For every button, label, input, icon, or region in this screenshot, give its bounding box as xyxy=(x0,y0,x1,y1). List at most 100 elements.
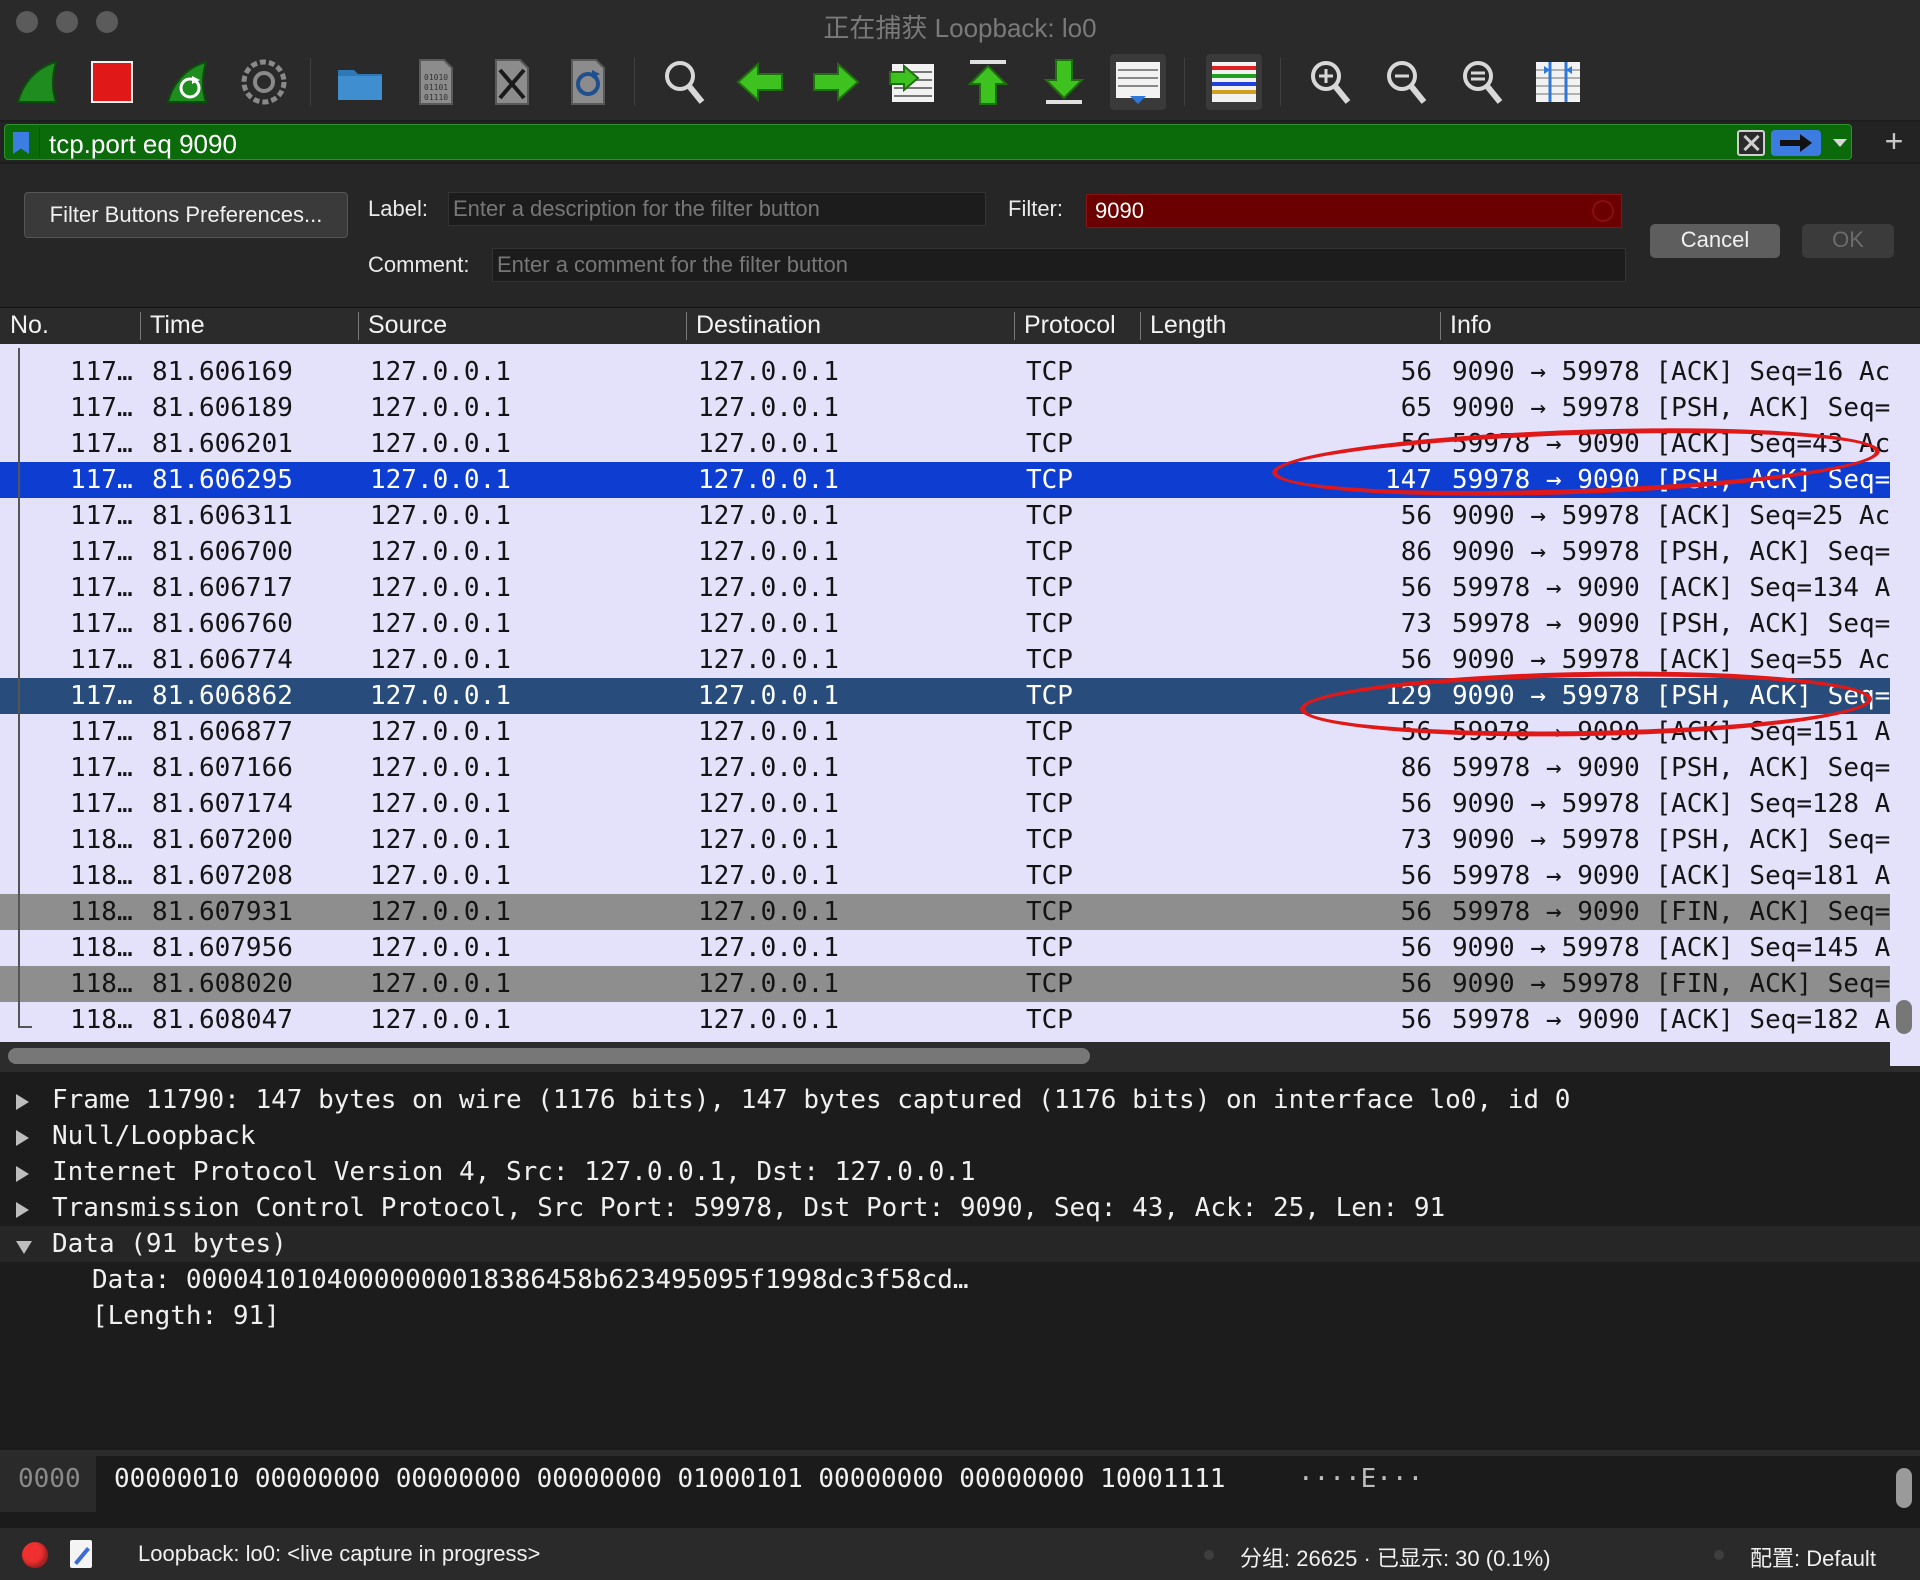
packet-protocol: TCP xyxy=(1026,393,1073,423)
packet-destination: 127.0.0.1 xyxy=(698,393,839,423)
expert-info-icon[interactable] xyxy=(22,1542,48,1568)
filter-value-input[interactable]: 9090 xyxy=(1086,194,1622,228)
comment-input[interactable]: Enter a comment for the filter button xyxy=(492,248,1626,282)
column-separator[interactable] xyxy=(1014,312,1015,340)
packet-info: 59978 → 9090 [ACK] Seq=134 A xyxy=(1452,573,1890,603)
packet-number: 117… xyxy=(70,789,133,819)
reload-file-icon[interactable] xyxy=(560,54,616,110)
table-row[interactable]: 117… 81.606169 127.0.0.1 127.0.0.1 TCP 56 9090… xyxy=(0,354,1890,390)
invalid-filter-icon xyxy=(1592,200,1614,222)
column-header-length[interactable]: Length xyxy=(1150,311,1226,340)
cancel-button[interactable]: Cancel xyxy=(1650,224,1780,258)
apply-filter-icon[interactable] xyxy=(1771,130,1821,156)
go-first-packet-icon[interactable] xyxy=(960,54,1016,110)
collapsed-arrow-icon[interactable] xyxy=(16,1094,29,1110)
display-filter-text[interactable]: tcp.port eq 9090 xyxy=(49,129,237,160)
add-filter-button[interactable]: + xyxy=(1874,122,1914,162)
table-row[interactable]: 117… 81.607174 127.0.0.1 127.0.0.1 TCP 56 9090… xyxy=(0,786,1890,822)
column-header-info[interactable]: Info xyxy=(1450,311,1492,340)
table-row[interactable]: 117… 81.606311 127.0.0.1 127.0.0.1 TCP 56 9090… xyxy=(0,498,1890,534)
packet-source: 127.0.0.1 xyxy=(370,573,511,603)
packet-length: 56 xyxy=(1400,861,1432,891)
packet-source: 127.0.0.1 xyxy=(370,789,511,819)
label-caption: Label: xyxy=(368,196,428,221)
close-file-icon[interactable] xyxy=(484,54,540,110)
details-row[interactable]: Frame 11790: 147 bytes on wire (1176 bit… xyxy=(0,1082,1920,1118)
column-separator[interactable] xyxy=(686,312,687,340)
go-last-packet-icon[interactable] xyxy=(1036,54,1092,110)
horizontal-scroll-thumb[interactable] xyxy=(8,1048,1090,1064)
open-file-icon[interactable] xyxy=(332,54,388,110)
column-header-source[interactable]: Source xyxy=(368,311,447,340)
zoom-out-icon[interactable] xyxy=(1378,54,1434,110)
profile-status[interactable]: 配置: Default xyxy=(1750,1541,1876,1573)
stop-capture-icon[interactable] xyxy=(84,54,140,110)
find-packet-icon[interactable] xyxy=(656,54,712,110)
table-row[interactable]: 118… 81.607931 127.0.0.1 127.0.0.1 TCP 56 5997… xyxy=(0,894,1890,930)
table-row[interactable]: 117… 81.607166 127.0.0.1 127.0.0.1 TCP 86 5997… xyxy=(0,750,1890,786)
colorize-icon[interactable] xyxy=(1206,54,1262,110)
save-file-icon[interactable]: 01010 01101 01110 xyxy=(408,54,464,110)
column-header-destination[interactable]: Destination xyxy=(696,311,821,340)
auto-scroll-icon[interactable] xyxy=(1110,54,1166,110)
capture-options-icon[interactable] xyxy=(236,54,292,110)
details-row[interactable]: Data: 00004101040000000018386458b6234950… xyxy=(0,1262,1920,1298)
column-separator[interactable] xyxy=(1140,312,1141,340)
table-row[interactable]: 118… 81.607956 127.0.0.1 127.0.0.1 TCP 56 9090… xyxy=(0,930,1890,966)
details-row[interactable]: Null/Loopback xyxy=(0,1118,1920,1154)
column-separator[interactable] xyxy=(140,312,141,340)
bytes-ascii[interactable]: ····E··· xyxy=(1298,1464,1423,1494)
column-header-protocol[interactable]: Protocol xyxy=(1024,311,1116,340)
collapsed-arrow-icon[interactable] xyxy=(16,1130,29,1146)
go-forward-icon[interactable] xyxy=(808,54,864,110)
table-row[interactable]: 118… 81.608047 127.0.0.1 127.0.0.1 TCP 56 5997… xyxy=(0,1002,1890,1038)
go-to-packet-icon[interactable] xyxy=(884,54,940,110)
details-row[interactable]: Internet Protocol Version 4, Src: 127.0.… xyxy=(0,1154,1920,1190)
filter-buttons-preferences-button[interactable]: Filter Buttons Preferences... xyxy=(24,192,348,238)
packet-destination: 127.0.0.1 xyxy=(698,681,839,711)
column-separator[interactable] xyxy=(1440,312,1441,340)
packet-details-pane[interactable]: Frame 11790: 147 bytes on wire (1176 bit… xyxy=(0,1072,1920,1450)
bytes-scroll-thumb[interactable] xyxy=(1896,1468,1912,1508)
table-row[interactable]: 117… 81.606717 127.0.0.1 127.0.0.1 TCP 56 5997… xyxy=(0,570,1890,606)
capture-status: Loopback: lo0: <live capture in progress… xyxy=(138,1541,541,1566)
packet-bytes-pane[interactable]: 0000 00000010 00000000 00000000 00000000… xyxy=(0,1456,1920,1528)
bookmark-icon[interactable] xyxy=(13,132,29,154)
capture-comment-icon[interactable] xyxy=(70,1540,92,1568)
chevron-down-icon[interactable] xyxy=(1833,139,1847,147)
packet-count-status: 分组: 26625 · 已显示: 30 (0.1%) xyxy=(1240,1546,1551,1571)
zoom-normal-icon[interactable] xyxy=(1454,54,1510,110)
column-header-no[interactable]: No. xyxy=(10,311,49,340)
packet-info: 59978 → 9090 [PSH, ACK] Seq= xyxy=(1452,609,1890,639)
table-row[interactable]: 117… 81.606700 127.0.0.1 127.0.0.1 TCP 86 9090… xyxy=(0,534,1890,570)
collapsed-arrow-icon[interactable] xyxy=(16,1202,29,1218)
expanded-arrow-icon[interactable] xyxy=(16,1241,32,1254)
details-row[interactable]: Transmission Control Protocol, Src Port:… xyxy=(0,1190,1920,1226)
table-row[interactable]: 118… 81.607200 127.0.0.1 127.0.0.1 TCP 73 9090… xyxy=(0,822,1890,858)
details-row[interactable]: Data (91 bytes) xyxy=(0,1226,1920,1262)
table-row[interactable]: 117… 81.606189 127.0.0.1 127.0.0.1 TCP 65 9090… xyxy=(0,390,1890,426)
go-back-icon[interactable] xyxy=(732,54,788,110)
shark-fin-start-icon[interactable] xyxy=(10,54,66,110)
display-filter-input[interactable]: tcp.port eq 9090 xyxy=(4,124,1852,160)
details-row-text: Data (91 bytes) xyxy=(52,1229,287,1259)
restart-capture-icon[interactable] xyxy=(160,54,216,110)
packet-time: 81.607166 xyxy=(152,753,293,783)
bytes-hex[interactable]: 00000010 00000000 00000000 00000000 0100… xyxy=(114,1464,1225,1494)
vertical-scroll-thumb[interactable] xyxy=(1896,1000,1912,1034)
packet-list[interactable]: No. Time Source Destination Protocol Len… xyxy=(0,308,1920,1070)
column-header-time[interactable]: Time xyxy=(150,311,205,340)
label-input[interactable]: Enter a description for the filter butto… xyxy=(448,192,986,226)
collapsed-arrow-icon[interactable] xyxy=(16,1166,29,1182)
table-row[interactable]: 117… 81.606760 127.0.0.1 127.0.0.1 TCP 73 5997… xyxy=(0,606,1890,642)
table-row[interactable]: 118… 81.607208 127.0.0.1 127.0.0.1 TCP 56 5997… xyxy=(0,858,1890,894)
resize-columns-icon[interactable] xyxy=(1530,54,1586,110)
packet-list-vertical-scrollbar[interactable] xyxy=(1890,344,1920,1034)
table-row[interactable]: 118… 81.608020 127.0.0.1 127.0.0.1 TCP 56 9090… xyxy=(0,966,1890,1002)
column-separator[interactable] xyxy=(358,312,359,340)
details-row[interactable]: [Length: 91] xyxy=(0,1298,1920,1334)
zoom-in-icon[interactable] xyxy=(1302,54,1358,110)
ok-button[interactable]: OK xyxy=(1802,224,1894,258)
details-row-text: Internet Protocol Version 4, Src: 127.0.… xyxy=(52,1157,976,1187)
clear-filter-icon[interactable] xyxy=(1737,130,1765,156)
